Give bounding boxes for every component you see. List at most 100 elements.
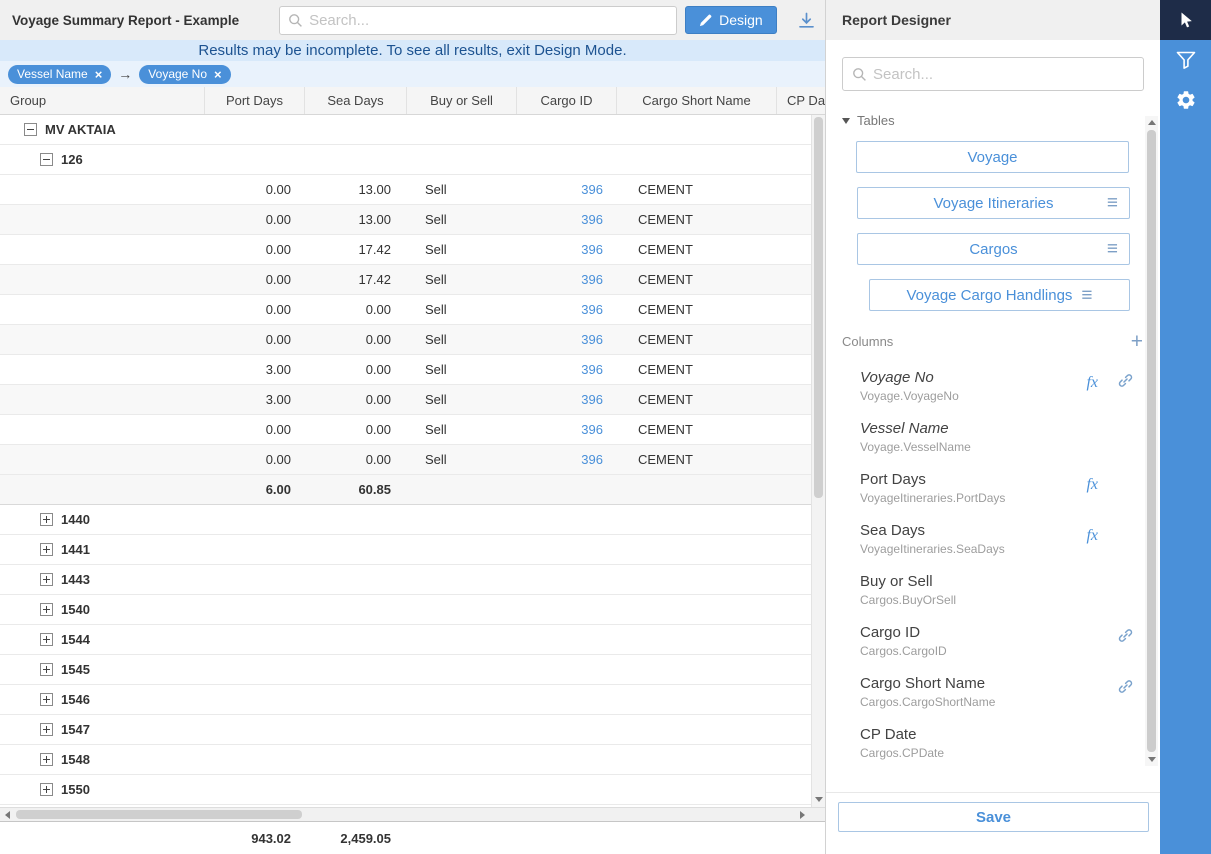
table-row[interactable]: 0.0017.42Sell396CEMENT (0, 235, 825, 265)
report-search-input[interactable] (309, 12, 668, 29)
designer-search-input[interactable] (873, 66, 1134, 83)
column-item-cp-date[interactable]: CP Date Cargos.CPDate (826, 717, 1160, 768)
group-row-collapsed[interactable]: 1550 (0, 775, 825, 805)
column-item-cargo-id[interactable]: Cargo ID Cargos.CargoID (826, 615, 1160, 666)
table-button-voyage-itineraries[interactable]: Voyage Itineraries ≡ (857, 187, 1130, 219)
remove-group-icon[interactable]: × (214, 68, 222, 81)
designer-search-box[interactable] (842, 57, 1144, 91)
table-row[interactable]: 0.000.00Sell396CEMENT (0, 295, 825, 325)
expand-icon[interactable] (40, 663, 53, 676)
link-icon[interactable] (1117, 627, 1134, 647)
group-row-collapsed[interactable]: 1441 (0, 535, 825, 565)
column-header-sea-days[interactable]: Sea Days (305, 87, 407, 114)
cargo-id-link[interactable]: 396 (581, 422, 603, 437)
table-row[interactable]: 0.000.00Sell396CEMENT (0, 325, 825, 355)
column-item-buy-or-sell[interactable]: Buy or Sell Cargos.BuyOrSell (826, 564, 1160, 615)
formula-icon[interactable]: fx (1086, 374, 1098, 392)
column-item-port-days[interactable]: Port Days VoyageItineraries.PortDays fx (826, 462, 1160, 513)
expand-icon[interactable] (40, 783, 53, 796)
group-row-collapsed[interactable]: 1547 (0, 715, 825, 745)
scroll-down-icon[interactable] (1145, 753, 1158, 766)
table-button-voyage-cargo-handlings[interactable]: Voyage Cargo Handlings ≡ (869, 279, 1130, 311)
column-header-cargo-short-name[interactable]: Cargo Short Name (617, 87, 777, 114)
group-row-collapsed[interactable]: 1440 (0, 505, 825, 535)
table-row[interactable]: 3.000.00Sell396CEMENT (0, 385, 825, 415)
scroll-right-icon[interactable] (795, 808, 809, 821)
menu-icon[interactable]: ≡ (1107, 240, 1118, 259)
column-header-cargo-id[interactable]: Cargo ID (517, 87, 617, 114)
table-button-voyage[interactable]: Voyage (856, 141, 1129, 173)
group-chip-vessel-name[interactable]: Vessel Name × (8, 65, 111, 84)
expand-icon[interactable] (40, 603, 53, 616)
table-row[interactable]: 0.0013.00Sell396CEMENT (0, 175, 825, 205)
formula-icon[interactable]: fx (1086, 527, 1098, 545)
download-button[interactable] (793, 6, 821, 34)
scrollbar-thumb[interactable] (1147, 130, 1156, 752)
collapse-icon[interactable] (40, 153, 53, 166)
scroll-down-icon[interactable] (812, 793, 825, 806)
column-header-port-days[interactable]: Port Days (205, 87, 305, 114)
group-chip-voyage-no[interactable]: Voyage No × (139, 65, 230, 84)
scroll-left-icon[interactable] (0, 808, 14, 821)
scrollbar-thumb[interactable] (814, 117, 823, 498)
expand-icon[interactable] (40, 693, 53, 706)
cargo-id-link[interactable]: 396 (581, 272, 603, 287)
save-button[interactable]: Save (838, 802, 1149, 832)
table-horizontal-scrollbar[interactable] (0, 807, 825, 821)
scrollbar-thumb[interactable] (16, 810, 302, 819)
column-item-voyage-no[interactable]: Voyage No Voyage.VoyageNo fx (826, 360, 1160, 411)
cargo-id-link[interactable]: 396 (581, 212, 603, 227)
formula-icon[interactable]: fx (1086, 476, 1098, 494)
table-row[interactable]: 0.000.00Sell396CEMENT (0, 415, 825, 445)
scroll-up-icon[interactable] (1145, 116, 1158, 129)
expand-icon[interactable] (40, 753, 53, 766)
link-icon[interactable] (1117, 678, 1134, 698)
expand-icon[interactable] (40, 543, 53, 556)
group-row-collapsed[interactable]: 1540 (0, 595, 825, 625)
tables-section-header[interactable]: Tables (842, 113, 1144, 128)
cargo-id-link[interactable]: 396 (581, 332, 603, 347)
table-button-cargos[interactable]: Cargos ≡ (857, 233, 1130, 265)
expand-icon[interactable] (40, 723, 53, 736)
cargo-id-link[interactable]: 396 (581, 242, 603, 257)
group-row-vessel[interactable]: MV AKTAIA (0, 115, 825, 145)
column-item-vessel-name[interactable]: Vessel Name Voyage.VesselName (826, 411, 1160, 462)
group-row-collapsed[interactable]: 1443 (0, 565, 825, 595)
column-item-sea-days[interactable]: Sea Days VoyageItineraries.SeaDays fx (826, 513, 1160, 564)
link-icon[interactable] (1117, 372, 1134, 392)
report-search-box[interactable] (279, 6, 677, 35)
column-header-buy-or-sell[interactable]: Buy or Sell (407, 87, 517, 114)
table-vertical-scrollbar[interactable] (811, 115, 825, 807)
designer-vertical-scrollbar[interactable] (1145, 116, 1158, 766)
collapse-icon[interactable] (24, 123, 37, 136)
filter-tool[interactable] (1160, 40, 1211, 80)
add-column-icon[interactable]: + (1131, 331, 1143, 352)
column-header-cp-date[interactable]: CP Date (777, 87, 825, 114)
column-item-cargo-short-name[interactable]: Cargo Short Name Cargos.CargoShortName (826, 666, 1160, 717)
table-row[interactable]: 0.0013.00Sell396CEMENT (0, 205, 825, 235)
settings-tool[interactable] (1160, 80, 1211, 120)
menu-icon[interactable]: ≡ (1107, 194, 1118, 213)
design-button[interactable]: Design (685, 6, 777, 34)
group-row-collapsed[interactable]: 1545 (0, 655, 825, 685)
expand-icon[interactable] (40, 513, 53, 526)
menu-icon[interactable]: ≡ (1081, 286, 1092, 305)
group-row-voyage[interactable]: 126 (0, 145, 825, 175)
table-row[interactable]: 3.000.00Sell396CEMENT (0, 355, 825, 385)
cargo-id-link[interactable]: 396 (581, 302, 603, 317)
cargo-id-link[interactable]: 396 (581, 452, 603, 467)
cargo-id-link[interactable]: 396 (581, 392, 603, 407)
cargo-id-link[interactable]: 396 (581, 182, 603, 197)
group-row-collapsed[interactable]: 1548 (0, 745, 825, 775)
column-header-group[interactable]: Group (0, 87, 205, 114)
cargo-id-link[interactable]: 396 (581, 362, 603, 377)
expand-icon[interactable] (40, 573, 53, 586)
table-row[interactable]: 0.000.00Sell396CEMENT (0, 445, 825, 475)
group-row-collapsed[interactable]: 1544 (0, 625, 825, 655)
design-pointer-tool[interactable] (1160, 0, 1211, 40)
group-row-collapsed[interactable]: 1546 (0, 685, 825, 715)
expand-icon[interactable] (40, 633, 53, 646)
table-row[interactable]: 0.0017.42Sell396CEMENT (0, 265, 825, 295)
remove-group-icon[interactable]: × (95, 68, 103, 81)
voyage-group-label: 1550 (61, 782, 90, 797)
